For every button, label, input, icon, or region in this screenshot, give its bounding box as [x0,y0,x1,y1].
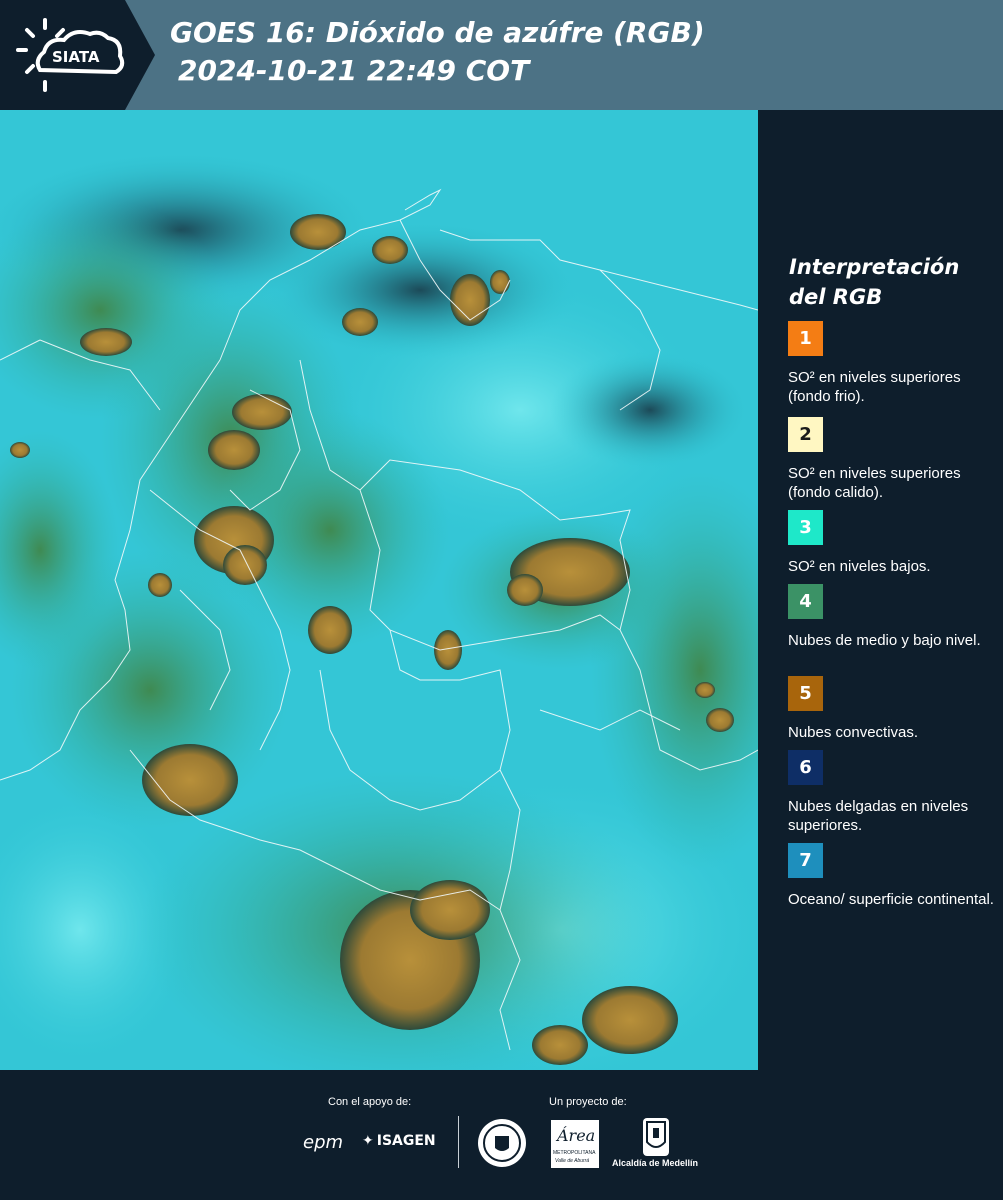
legend-label-6: Nubes delgadas en niveles superiores. [788,798,969,834]
area-metropolitana-sub2: Valle de Aburrá [555,1158,590,1164]
legend-swatch-7: 7 [788,843,823,878]
page-title: GOES 16: Dióxido de azúfre (RGB) [170,16,705,49]
legend-panel: Interpretación del RGB 1 SO² en niveles … [758,110,1003,1070]
legend-label-7: Oceano/ superficie continental. [788,891,994,908]
legend-label-3: SO² en niveles bajos. [788,558,931,575]
isagen-logo: ✦ ISAGEN [362,1133,436,1149]
satellite-map [0,110,758,1070]
isagen-label: ISAGEN [376,1133,436,1149]
header-bar: SIATA GOES 16: Dióxido de azúfre (RGB) 2… [0,0,1003,110]
legend-item-1: 1 SO² en niveles superiores (fondo frio)… [788,321,998,406]
legend-swatch-6: 6 [788,750,823,785]
legend-item-7: 7 Oceano/ superficie continental. [788,843,998,909]
legend-item-2: 2 SO² en niveles superiores (fondo calid… [788,417,998,502]
legend-label-4: Nubes de medio y bajo nivel. [788,632,981,649]
legend-item-6: 6 Nubes delgadas en niveles superiores. [788,750,998,835]
legend-label-1: SO² en niveles superiores (fondo frio). [788,369,961,405]
legend-title: Interpretación del RGB [789,255,960,309]
legend-item-3: 3 SO² en niveles bajos. [788,510,998,576]
legend-item-5: 5 Nubes convectivas. [788,676,998,742]
satellite-rgb-image [0,110,758,1070]
legend-label-5: Nubes convectivas. [788,724,919,741]
legend-item-4: 4 Nubes de medio y bajo nivel. [788,584,998,650]
isagen-icon: ✦ [362,1133,374,1149]
siata-logo: SIATA [0,0,155,110]
logo-text: SIATA [52,48,100,66]
legend-label-2: SO² en niveles superiores (fondo calido)… [788,465,961,501]
legend-swatch-5: 5 [788,676,823,711]
medellin-seal-icon [477,1118,527,1168]
footer-bar: Con el apoyo de: Un proyecto de: epm ✦ IS… [0,1070,1003,1200]
alcaldia-shield-icon [643,1118,669,1156]
footer-divider [458,1116,459,1168]
epm-logo: epm [303,1132,344,1153]
project-label: Un proyecto de: [549,1096,627,1108]
area-metropolitana-text: Área [557,1126,596,1145]
legend-swatch-4: 4 [788,584,823,619]
support-label: Con el apoyo de: [328,1096,412,1108]
legend-swatch-3: 3 [788,510,823,545]
legend-swatch-1: 1 [788,321,823,356]
page-timestamp: 2024-10-21 22:49 COT [178,54,530,87]
alcaldia-label: Alcaldía de Medellín [612,1158,699,1168]
area-metropolitana-sub: METROPOLITANA [553,1150,596,1156]
area-metropolitana-logo: Área METROPOLITANA Valle de Aburrá [551,1120,599,1168]
legend-swatch-2: 2 [788,417,823,452]
